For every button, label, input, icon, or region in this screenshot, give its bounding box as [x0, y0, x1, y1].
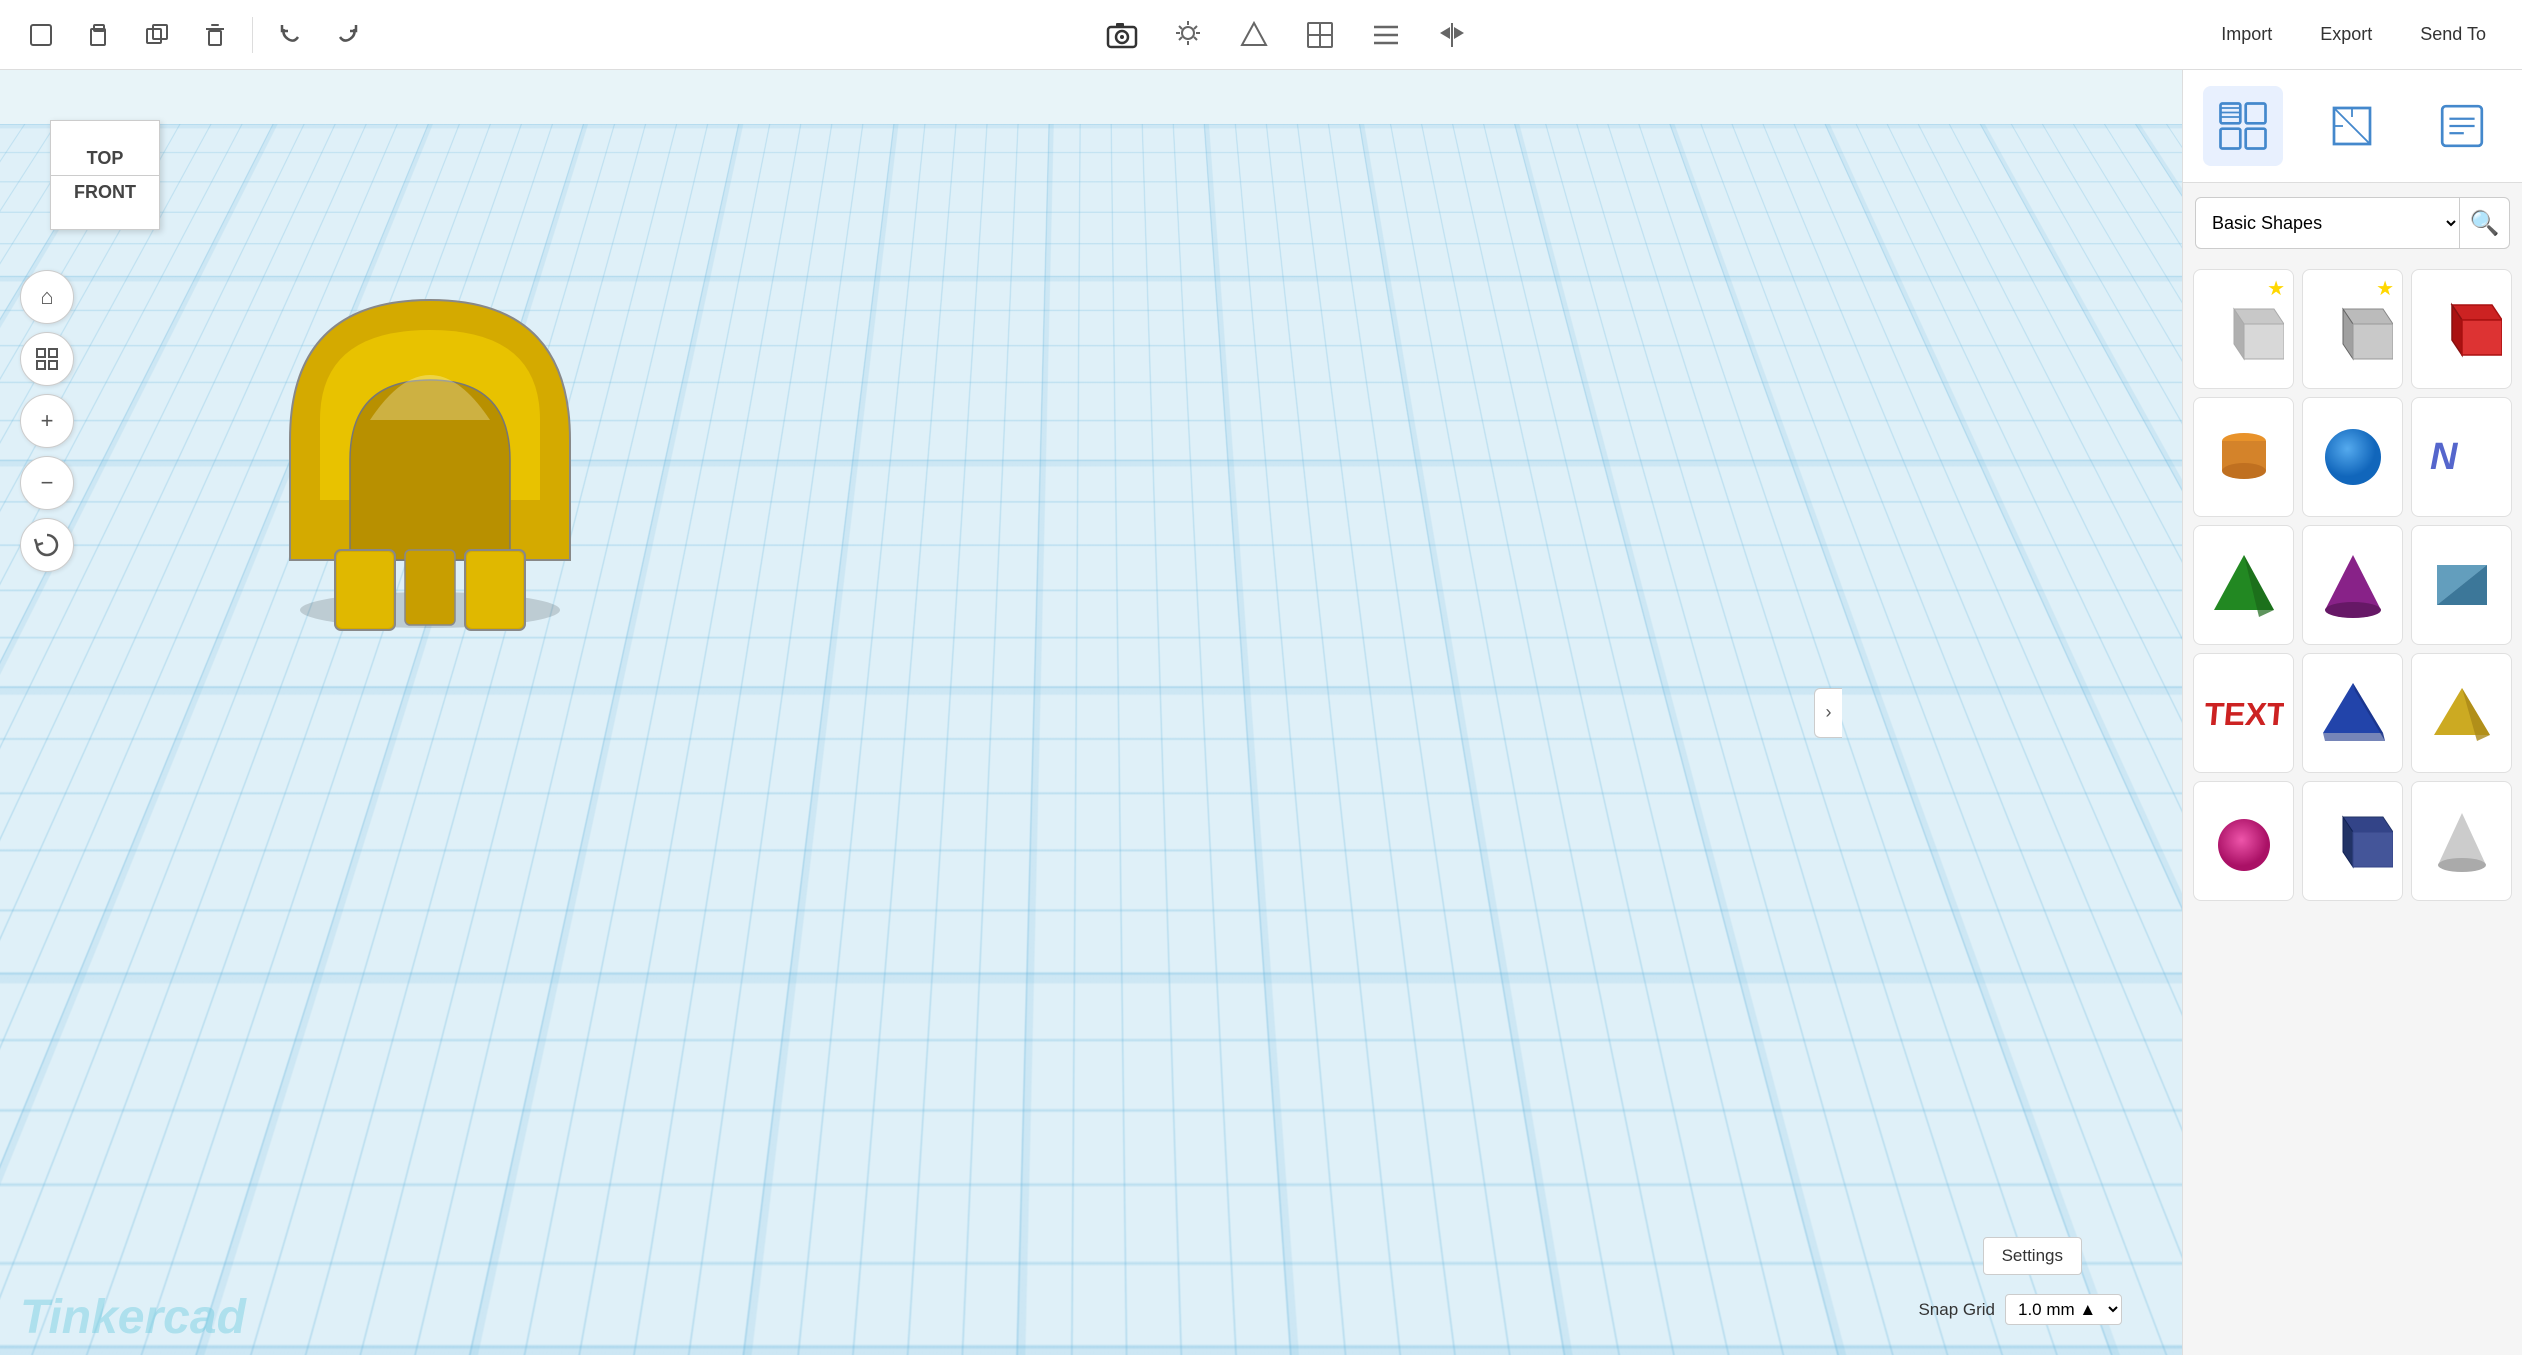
mirror-button[interactable]: [1427, 10, 1477, 60]
star-icon-1: ★: [2267, 276, 2285, 301]
sphere-item[interactable]: [2302, 397, 2403, 517]
star-icon-2: ★: [2376, 276, 2394, 301]
group-button[interactable]: [1295, 10, 1345, 60]
cone-purple-item[interactable]: [2302, 525, 2403, 645]
toolbar: Import Export Send To: [0, 0, 2522, 70]
panel-tabs: [2183, 70, 2522, 183]
export-button[interactable]: Export: [2300, 16, 2392, 53]
import-button[interactable]: Import: [2201, 16, 2292, 53]
new-button[interactable]: [16, 10, 66, 60]
zoom-out-tool[interactable]: −: [20, 456, 74, 510]
toolbar-center: [1097, 10, 1477, 60]
cylinder-item[interactable]: [2193, 397, 2294, 517]
pyramid-green-item[interactable]: [2193, 525, 2294, 645]
cone-gray-item[interactable]: [2411, 781, 2512, 901]
gem-pink-item[interactable]: [2193, 781, 2294, 901]
rotate-tool[interactable]: [20, 518, 74, 572]
text-shape-item[interactable]: N: [2411, 397, 2512, 517]
search-button[interactable]: 🔍: [2459, 198, 2509, 248]
snap-grid-control: Snap Grid 1.0 mm ▲ 0.1 mm 0.5 mm 2.0 mm …: [1918, 1294, 2122, 1325]
settings-button[interactable]: Settings: [1983, 1237, 2082, 1275]
light-button[interactable]: [1163, 10, 1213, 60]
box-starred-1-item[interactable]: ★: [2193, 269, 2294, 389]
home-tool[interactable]: ⌂: [20, 270, 74, 324]
cube-red-item[interactable]: [2411, 269, 2512, 389]
duplicate-button[interactable]: [132, 10, 182, 60]
main-area: TOP FRONT ⌂ + −: [0, 70, 2522, 1355]
3d-shape[interactable]: [220, 220, 640, 640]
view-cube-top: TOP: [51, 136, 159, 176]
shapes-grid: ★ ★ N: [2183, 263, 2522, 1355]
delete-button[interactable]: [190, 10, 240, 60]
pyramid-yellow-item[interactable]: [2411, 653, 2512, 773]
paste-button[interactable]: [74, 10, 124, 60]
view-cube[interactable]: TOP FRONT: [50, 120, 160, 230]
shape-select-button[interactable]: [1229, 10, 1279, 60]
box-starred-2-item[interactable]: ★: [2302, 269, 2403, 389]
send-to-button[interactable]: Send To: [2400, 16, 2506, 53]
divider-1: [252, 17, 253, 53]
redo-button[interactable]: [323, 10, 373, 60]
zoom-in-tool[interactable]: +: [20, 394, 74, 448]
category-select[interactable]: Basic Shapes Letters Connectors Featured: [2196, 202, 2459, 244]
notes-tab[interactable]: [2422, 86, 2502, 166]
left-tools: ⌂ + −: [20, 270, 74, 572]
panel-search: Basic Shapes Letters Connectors Featured…: [2195, 197, 2510, 249]
undo-button[interactable]: [265, 10, 315, 60]
ruler-tab[interactable]: [2312, 86, 2392, 166]
align-button[interactable]: [1361, 10, 1411, 60]
view-cube-front: FRONT: [51, 176, 159, 215]
svg-text:TEXT: TEXT: [2204, 696, 2284, 732]
svg-text:N: N: [2430, 436, 2459, 478]
text-3d-item[interactable]: TEXT: [2193, 653, 2294, 773]
snap-grid-select[interactable]: 1.0 mm ▲ 0.1 mm 0.5 mm 2.0 mm 5.0 mm: [2005, 1294, 2122, 1325]
right-panel: Basic Shapes Letters Connectors Featured…: [2182, 70, 2522, 1355]
fit-tool[interactable]: [20, 332, 74, 386]
prism-blue-item[interactable]: [2302, 653, 2403, 773]
snap-grid-label: Snap Grid: [1918, 1300, 1995, 1320]
panel-collapse-button[interactable]: ›: [1814, 688, 1842, 738]
box-blue-item[interactable]: [2302, 781, 2403, 901]
wedge-item[interactable]: [2411, 525, 2512, 645]
view-camera-button[interactable]: [1097, 10, 1147, 60]
shapes-tab[interactable]: [2203, 86, 2283, 166]
canvas-area[interactable]: TOP FRONT ⌂ + −: [0, 70, 2182, 1355]
